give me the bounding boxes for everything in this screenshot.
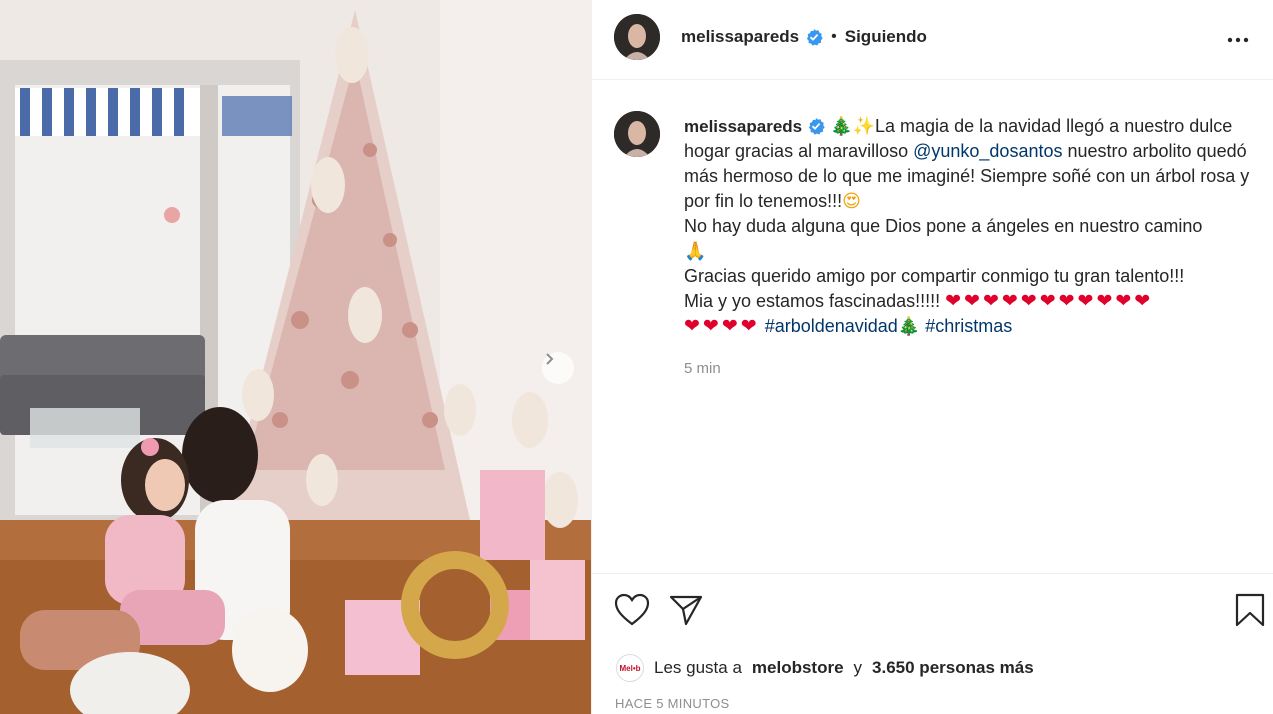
likes-summary: Mel•b Les gusta a melobstore y 3.650 per…: [616, 654, 1034, 682]
mention-link[interactable]: @yunko_dosantos: [913, 141, 1062, 161]
post-caption: melissapareds 🎄✨La magia de la navidad l…: [684, 114, 1264, 339]
following-button[interactable]: Siguiendo: [845, 27, 927, 47]
profile-photo-icon: [614, 14, 660, 60]
christmas-tree-photo: [0, 0, 591, 714]
praying-hands-emoji-icon: 🙏: [684, 241, 707, 262]
caption-username[interactable]: melissapareds: [684, 117, 802, 136]
avatar[interactable]: [614, 14, 660, 60]
action-bar: [592, 590, 1273, 634]
more-options-button[interactable]: [1226, 28, 1250, 52]
heart-icon: [614, 593, 650, 626]
post-photo[interactable]: [0, 0, 591, 714]
hashtag-link[interactable]: #christmas: [925, 316, 1012, 336]
more-horizontal-icon: [1227, 37, 1249, 43]
share-button[interactable]: [666, 590, 706, 630]
post-sidebar: melissapareds • Siguiendo melissapareds: [591, 0, 1273, 714]
post-header: melissapareds • Siguiendo: [592, 0, 1273, 80]
hearts-emoji-icon: ❤❤❤❤: [684, 315, 760, 337]
save-button[interactable]: [1230, 590, 1270, 630]
likes-prefix: Les gusta a: [654, 658, 742, 677]
verified-badge-icon: [807, 29, 823, 46]
hearts-emoji-icon: ❤❤❤❤❤❤❤❤❤❤❤: [945, 290, 1154, 312]
bookmark-icon: [1235, 593, 1265, 627]
caption-text-3: Gracias querido amigo por compartir conm…: [684, 266, 1185, 286]
caption-text-2: No hay duda alguna que Dios pone a ángel…: [684, 216, 1203, 236]
christmas-tree-emoji-icon: 🎄: [897, 316, 921, 337]
verified-badge-icon: [809, 118, 825, 135]
likes-conj: y: [853, 658, 863, 677]
caption-text-4: Mia y yo estamos fascinadas!!!!!: [684, 291, 946, 311]
likes-count-link[interactable]: 3.650 personas más: [872, 658, 1034, 678]
post-timestamp[interactable]: HACE 5 MINUTOS: [615, 696, 729, 711]
comments-area: melissapareds 🎄✨La magia de la navidad l…: [592, 81, 1273, 574]
christmas-tree-emoji-icon: 🎄: [830, 116, 853, 137]
liker-avatar[interactable]: Mel•b: [616, 654, 644, 682]
hashtag-link[interactable]: #arboldenavidad: [765, 316, 898, 336]
header-username[interactable]: melissapareds: [681, 27, 799, 47]
smiling-hearts-emoji-icon: 😍: [842, 191, 861, 212]
liker-username[interactable]: melobstore: [752, 658, 844, 678]
separator-dot: •: [831, 28, 837, 45]
header-user-line: melissapareds • Siguiendo: [681, 26, 927, 48]
like-button[interactable]: [612, 590, 652, 630]
sparkles-emoji-icon: ✨: [852, 116, 876, 137]
chevron-right-icon: [546, 353, 554, 365]
caption-avatar[interactable]: [614, 111, 660, 157]
caption-time: 5 min: [684, 360, 721, 377]
next-photo-button[interactable]: [542, 352, 574, 384]
paper-plane-icon: [669, 595, 703, 626]
profile-photo-icon: [614, 111, 660, 157]
